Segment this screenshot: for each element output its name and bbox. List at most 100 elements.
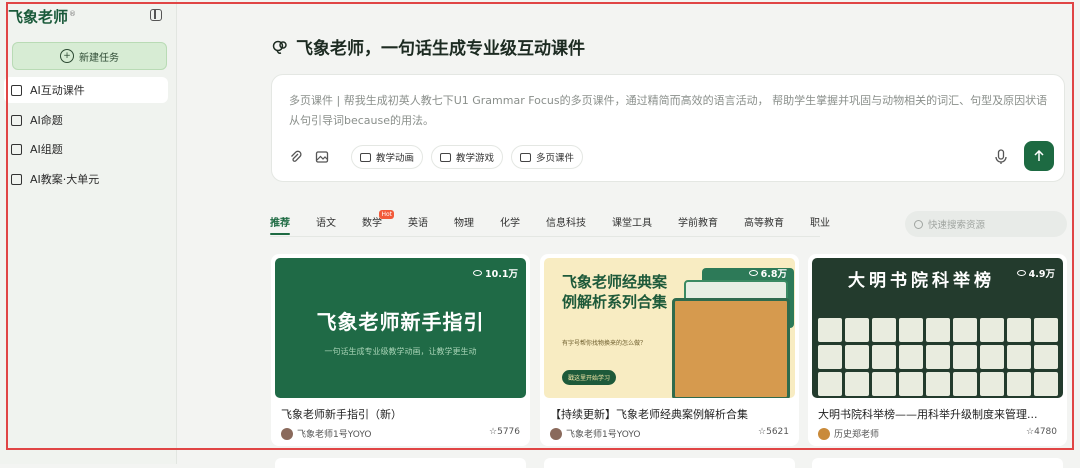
- tab-physics[interactable]: 物理: [454, 214, 474, 235]
- card-author[interactable]: 飞象老师1号YOYO: [281, 427, 371, 440]
- tab-english[interactable]: 英语: [408, 214, 428, 235]
- grid-cell: [980, 372, 1004, 396]
- eye-icon: [473, 270, 483, 276]
- tab-classroom-tools[interactable]: 课堂工具: [612, 214, 652, 235]
- sidebar-collapse-icon[interactable]: [150, 9, 162, 21]
- resource-card[interactable]: 6.8万 飞象老师经典案例解析系列合集 有字号帮你找物换来的怎么做？ 戳这里开始…: [540, 254, 799, 446]
- card-author[interactable]: 飞象老师1号YOYO: [550, 427, 640, 440]
- avatar: [818, 427, 830, 440]
- eye-icon: [748, 270, 758, 276]
- sidebar-item-ai-paper[interactable]: AI组题: [4, 136, 168, 162]
- courseware-icon: [11, 84, 22, 96]
- new-task-button[interactable]: + 新建任务: [12, 42, 167, 70]
- resource-card[interactable]: 4.9万 大明书院科举榜 大明书院科举榜——用科举升级制度来管理... 历史郑老…: [808, 254, 1067, 446]
- grid-cell: [872, 372, 896, 396]
- hot-badge: Hot: [379, 210, 394, 219]
- animation-icon: [360, 152, 371, 162]
- card-title: 大明书院科举榜——用科举升级制度来管理...: [818, 408, 1038, 421]
- view-count: 4.9万: [1016, 266, 1055, 280]
- grid-cell: [926, 372, 950, 396]
- tab-preschool[interactable]: 学前教育: [678, 214, 718, 235]
- sidebar-item-ai-courseware[interactable]: AI互动课件: [4, 77, 168, 103]
- chip-multipage-courseware[interactable]: 多页课件: [511, 145, 584, 169]
- tab-chemistry[interactable]: 化学: [500, 214, 520, 235]
- card-thumbnail: 10.1万 飞象老师新手指引 一句话生成专业级教学动画，让教学更生动: [275, 258, 526, 398]
- grid-cell: [818, 372, 842, 396]
- send-button[interactable]: [1024, 141, 1054, 171]
- star-count: ☆5621: [758, 427, 789, 437]
- main-area: 飞象老师，一句话生成专业级互动课件 多页课件 | 帮我生成初英人教七下U1 Gr…: [176, 0, 1080, 468]
- grid-cell: [818, 318, 842, 342]
- question-icon: [11, 114, 22, 126]
- grid-cell: [899, 372, 923, 396]
- resource-card-partial[interactable]: [812, 458, 1063, 468]
- arrow-up-icon: [1034, 150, 1044, 161]
- star-count: ☆4780: [1026, 427, 1057, 437]
- resource-card[interactable]: 10.1万 飞象老师新手指引 一句话生成专业级教学动画，让教学更生动 飞象老师新…: [271, 254, 530, 446]
- tab-divider: [270, 236, 820, 237]
- avatar: [281, 427, 293, 440]
- thumbnail-cta: 戳这里开始学习: [562, 370, 617, 385]
- grid-cell: [845, 318, 869, 342]
- grid-cell: [980, 318, 1004, 342]
- avatar: [550, 427, 562, 440]
- pages-icon: [520, 152, 532, 162]
- tab-info-tech[interactable]: 信息科技: [546, 214, 586, 235]
- grid-cell: [1034, 318, 1058, 342]
- grid-cell: [926, 345, 950, 369]
- grid-cell: [980, 345, 1004, 369]
- grid-cell: [1034, 372, 1058, 396]
- grid-cell: [953, 372, 977, 396]
- eye-icon: [1016, 270, 1026, 276]
- elephant-logo-icon: [272, 40, 287, 54]
- search-icon: [914, 219, 923, 229]
- chip-teaching-animation[interactable]: 教学动画: [351, 145, 424, 169]
- grid-cell: [926, 318, 950, 342]
- sidebar-item-ai-lesson-plan[interactable]: AI教案·大单元: [4, 166, 168, 192]
- tab-recommend[interactable]: 推荐: [270, 214, 290, 235]
- prompt-input[interactable]: 多页课件 | 帮我生成初英人教七下U1 Grammar Focus的多页课件，通…: [289, 91, 1049, 131]
- image-icon[interactable]: [315, 150, 329, 164]
- ranking-grid: [818, 318, 1058, 396]
- chip-teaching-game[interactable]: 教学游戏: [431, 145, 504, 169]
- grid-cell: [953, 318, 977, 342]
- prompt-input-box[interactable]: 多页课件 | 帮我生成初英人教七下U1 Grammar Focus的多页课件，通…: [271, 74, 1065, 182]
- illustration: [672, 298, 790, 398]
- sidebar: 飞象老师® + 新建任务 AI互动课件 AI命题 AI组题 AI教案·大单元: [0, 0, 177, 464]
- page-title: 飞象老师，一句话生成专业级互动课件: [272, 34, 585, 59]
- view-count: 10.1万: [473, 266, 518, 280]
- gamepad-icon: [440, 152, 452, 162]
- grid-cell: [899, 318, 923, 342]
- thumbnail-title: 大明书院科举榜: [848, 271, 995, 291]
- tab-vocational[interactable]: 职业: [810, 214, 830, 235]
- grid-cell: [1007, 345, 1031, 369]
- resource-card-partial[interactable]: [544, 458, 795, 468]
- sidebar-item-ai-question[interactable]: AI命题: [4, 107, 168, 133]
- tab-higher-edu[interactable]: 高等教育: [744, 214, 784, 235]
- grid-cell: [845, 345, 869, 369]
- plus-icon: +: [60, 49, 74, 63]
- grid-cell: [953, 345, 977, 369]
- resource-search-input[interactable]: 快速搜索资源: [905, 211, 1067, 237]
- grid-cell: [818, 345, 842, 369]
- attach-icon[interactable]: [289, 150, 303, 164]
- thumbnail-title: 飞象老师经典案例解析系列合集: [562, 273, 668, 311]
- grid-cell: [872, 345, 896, 369]
- thumbnail-subtitle: 一句话生成专业级教学动画，让教学更生动: [324, 347, 477, 356]
- thumbnail-subtitle: 有字号帮你找物换来的怎么做？: [562, 340, 647, 347]
- tab-math[interactable]: 数学 Hot: [362, 210, 394, 235]
- microphone-icon[interactable]: [987, 143, 1015, 171]
- resource-card-partial[interactable]: [275, 458, 526, 468]
- grid-cell: [1007, 318, 1031, 342]
- card-thumbnail: 4.9万 大明书院科举榜: [812, 258, 1063, 398]
- star-count: ☆5776: [489, 427, 520, 437]
- card-author[interactable]: 历史郑老师: [818, 427, 879, 440]
- grid-cell: [1007, 372, 1031, 396]
- grid-cell: [1034, 345, 1058, 369]
- paper-icon: [11, 143, 22, 155]
- card-title: 飞象老师新手指引（新）: [281, 408, 402, 421]
- grid-cell: [872, 318, 896, 342]
- app-logo[interactable]: 飞象老师®: [8, 6, 76, 27]
- thumbnail-title: 飞象老师新手指引: [316, 310, 485, 334]
- tab-chinese[interactable]: 语文: [316, 214, 336, 235]
